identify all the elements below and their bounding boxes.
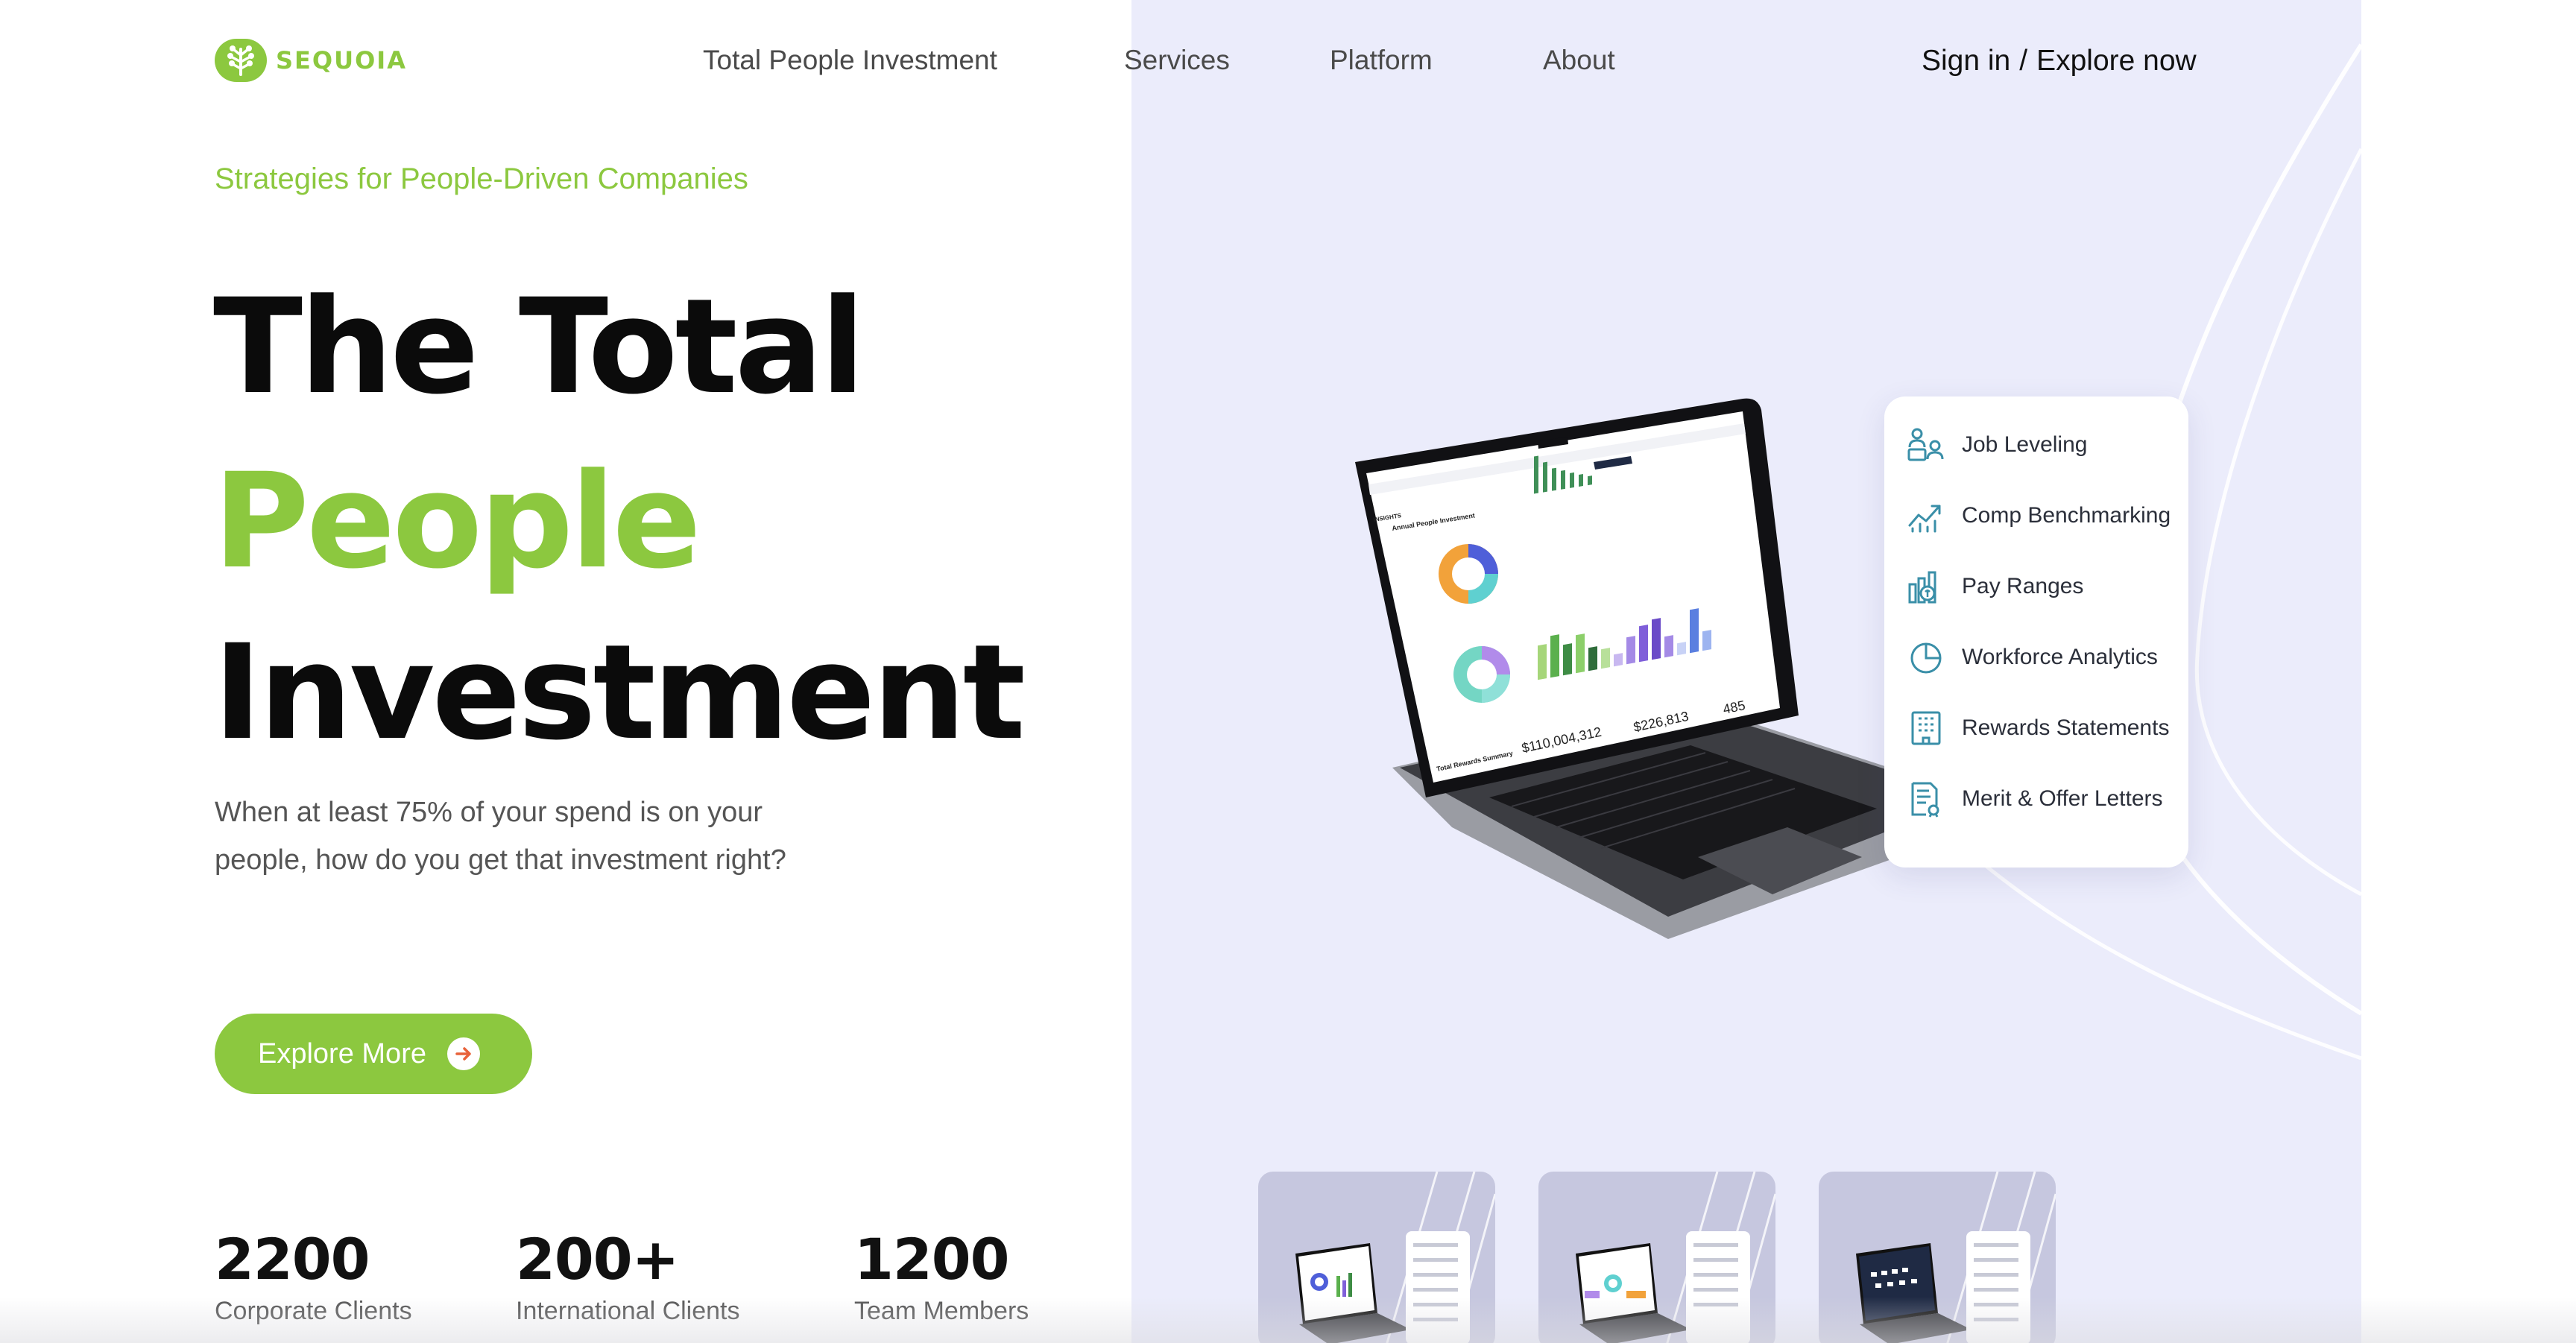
feature-pay-ranges[interactable]: Pay Ranges bbox=[1907, 568, 2188, 605]
feature-merit-offer-letters[interactable]: Merit & Offer Letters bbox=[1907, 780, 2188, 818]
document-icon bbox=[1911, 782, 1939, 818]
product-thumbnail-1[interactable] bbox=[1258, 1172, 1495, 1343]
stat-label: International Clients bbox=[516, 1297, 740, 1325]
product-thumbnail-3[interactable] bbox=[1819, 1172, 2056, 1343]
stat-value: 1200 bbox=[854, 1226, 1010, 1292]
brand-logo[interactable]: SEQUOIA bbox=[215, 39, 407, 82]
stat-label: Team Members bbox=[854, 1297, 1029, 1325]
feature-comp-benchmarking[interactable]: Comp Benchmarking bbox=[1907, 497, 2188, 534]
product-thumbnail-2[interactable] bbox=[1538, 1172, 1775, 1343]
nav-item-platform[interactable]: Platform bbox=[1330, 45, 1433, 76]
pie-chart-icon bbox=[1910, 642, 1942, 674]
feature-label: Workforce Analytics bbox=[1962, 645, 2158, 669]
stat-team-members: 1200 Team Members bbox=[854, 1231, 1029, 1326]
pay-ranges-icon bbox=[1908, 571, 1936, 604]
feature-label: Pay Ranges bbox=[1962, 574, 2084, 598]
feature-label: Job Leveling bbox=[1962, 432, 2088, 457]
explore-more-button[interactable]: Explore More bbox=[215, 1014, 532, 1094]
feature-rewards-statements[interactable]: Rewards Statements bbox=[1907, 710, 2188, 747]
stat-label: Corporate Clients bbox=[215, 1297, 412, 1325]
thumbnail-laptop-image bbox=[1856, 1172, 2056, 1343]
nav-item-total-people-investment[interactable]: Total People Investment bbox=[703, 45, 997, 76]
laptop-illustration: INSIGHTS Annual People Investment Total … bbox=[1355, 398, 1981, 939]
hero-title-line-3: Investment bbox=[213, 616, 1026, 769]
auth-links: Sign in / Explore now bbox=[1922, 45, 2197, 78]
job-leveling-icon bbox=[1907, 428, 1944, 461]
explore-more-label: Explore More bbox=[258, 1037, 426, 1069]
features-card: Job Leveling Comp Benchmarking Pay Range… bbox=[1884, 396, 2188, 868]
thumbnail-laptop-image bbox=[1576, 1172, 1775, 1343]
tree-icon bbox=[215, 39, 267, 82]
thumbnail-laptop-image bbox=[1295, 1172, 1495, 1343]
building-icon bbox=[1911, 711, 1941, 745]
explore-now-link[interactable]: Explore now bbox=[2036, 45, 2197, 78]
arrow-right-icon bbox=[446, 1037, 480, 1070]
brand-name: SEQUOIA bbox=[276, 46, 407, 75]
donut-chart-1 bbox=[1439, 544, 1498, 604]
stat-international-clients: 200+ International Clients bbox=[516, 1231, 740, 1326]
sign-in-link[interactable]: Sign in bbox=[1922, 45, 2010, 78]
feature-label: Merit & Offer Letters bbox=[1962, 786, 2163, 811]
nav-item-services[interactable]: Services bbox=[1124, 45, 1230, 76]
donut-chart-2 bbox=[1453, 646, 1510, 703]
stat-value: 200+ bbox=[516, 1226, 679, 1292]
nav-item-about[interactable]: About bbox=[1543, 45, 1615, 76]
feature-workforce-analytics[interactable]: Workforce Analytics bbox=[1907, 639, 2188, 676]
hero-tagline: Strategies for People-Driven Companies bbox=[215, 162, 748, 195]
stat-corporate-clients: 2200 Corporate Clients bbox=[215, 1231, 412, 1326]
stat-value: 2200 bbox=[215, 1226, 370, 1292]
hero-title-line-2: People bbox=[213, 445, 701, 598]
hero-description: When at least 75% of your spend is on yo… bbox=[215, 797, 786, 876]
feature-label: Comp Benchmarking bbox=[1962, 503, 2171, 528]
feature-job-leveling[interactable]: Job Leveling bbox=[1907, 426, 2188, 464]
feature-label: Rewards Statements bbox=[1962, 715, 2170, 740]
page-right-margin bbox=[2361, 0, 2576, 1343]
auth-separator: / bbox=[2019, 45, 2028, 77]
trend-chart-icon bbox=[1908, 505, 1941, 533]
hero-title-line-1: The Total bbox=[213, 271, 865, 423]
